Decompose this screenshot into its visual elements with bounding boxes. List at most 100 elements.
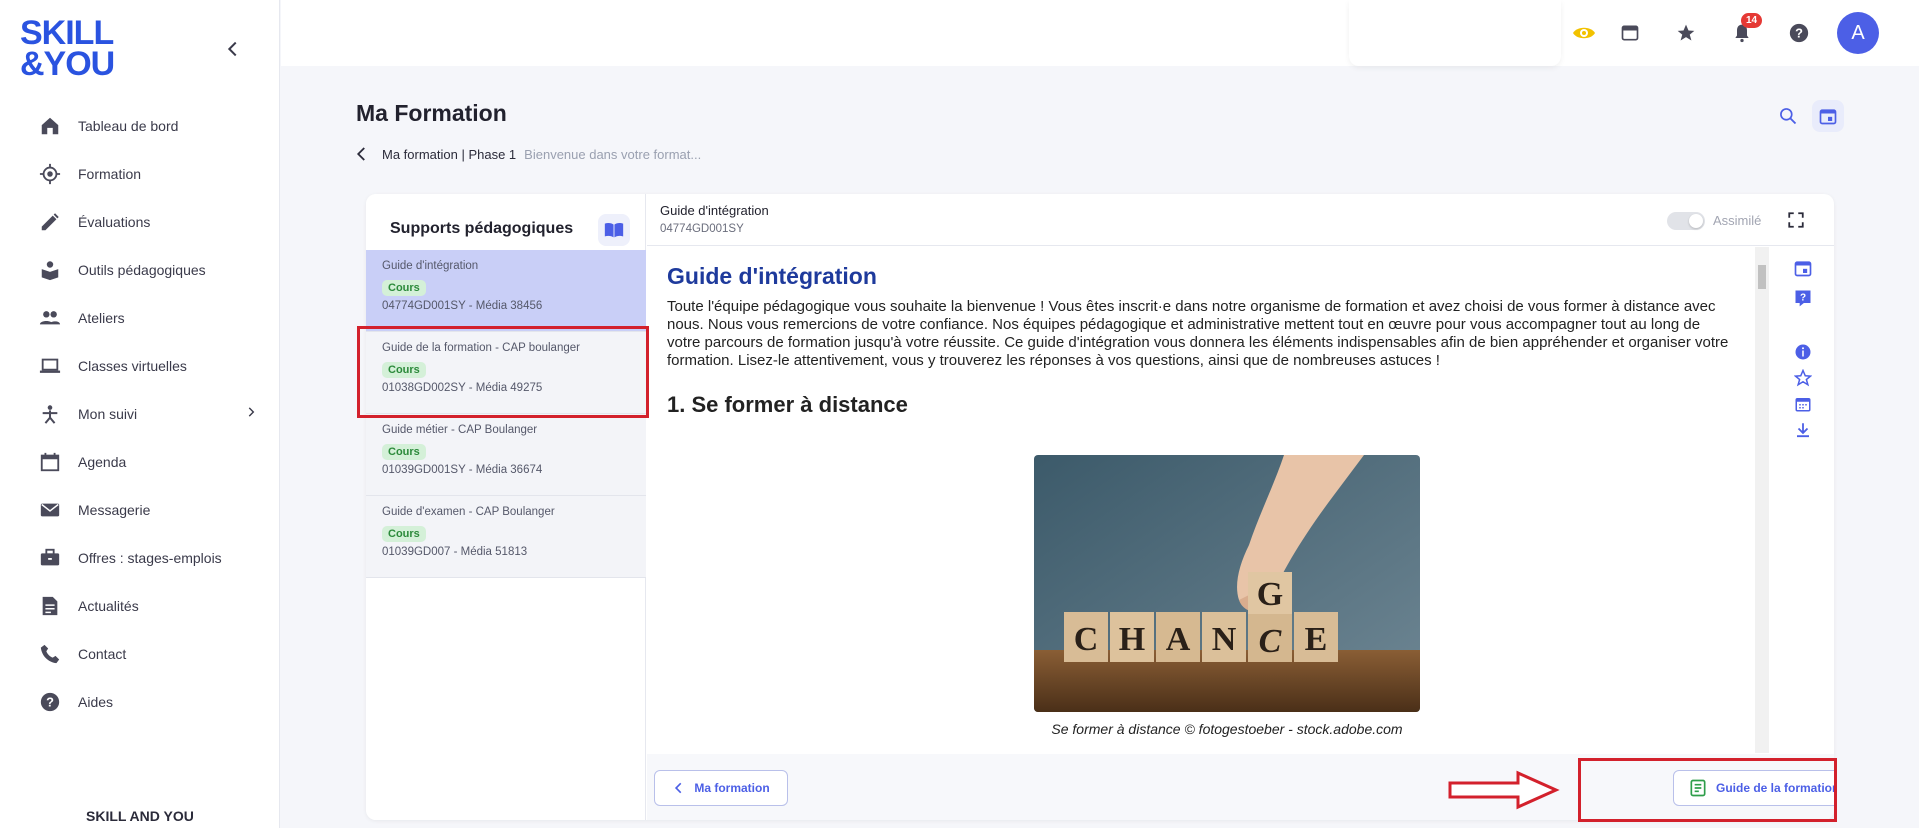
calendar-icon (1819, 109, 1837, 125)
progress-icon (38, 402, 62, 426)
support-title: Guide d'intégration (382, 260, 479, 272)
people-icon (38, 306, 62, 330)
sidebar-item-outils-pedagogiques[interactable]: Outils pédagogiques (0, 246, 280, 294)
logo[interactable]: SKILL &YOU (20, 16, 130, 81)
sidebar-item-agenda[interactable]: Agenda (0, 438, 280, 486)
sidebar-item-label: Ateliers (78, 310, 125, 326)
previous-button[interactable]: Ma formation (654, 770, 788, 806)
sidebar-item-label: Agenda (78, 454, 127, 470)
breadcrumb-current[interactable]: Ma formation | Phase 1 (382, 147, 516, 162)
browser-window-icon[interactable] (1617, 20, 1643, 46)
phone-icon (38, 642, 62, 666)
list-item[interactable]: Guide d'examen - CAP Boulanger Cours 010… (366, 496, 646, 578)
assimile-toggle[interactable] (1667, 212, 1705, 230)
sidebar-item-label: Évaluations (78, 214, 151, 230)
type-badge: Cours (382, 280, 426, 296)
chevron-right-icon (244, 405, 258, 424)
sidebar-item-messagerie[interactable]: Messagerie (0, 486, 280, 534)
book-button[interactable] (598, 214, 630, 246)
content-title: Guide d'intégration (660, 203, 769, 218)
svg-text:?: ? (46, 695, 54, 710)
highlight-box-support-item (357, 326, 649, 418)
sidebar-item-label: Actualités (78, 598, 139, 614)
question-icon[interactable]: ? (1792, 287, 1814, 309)
page-title: Ma Formation (356, 100, 507, 126)
photo-letter: G (1257, 576, 1283, 613)
type-badge: Cours (382, 526, 426, 542)
scrollbar-thumb[interactable] (1758, 265, 1766, 289)
document-viewer[interactable]: Guide d'intégration Toute l'équipe pédag… (647, 247, 1755, 753)
eye-icon[interactable] (1571, 20, 1597, 46)
avatar[interactable]: A (1837, 12, 1879, 54)
type-badge: Cours (382, 444, 426, 460)
sidebar-item-label: Contact (78, 646, 127, 662)
back-arrow-icon[interactable] (352, 144, 372, 164)
support-title: Guide d'examen - CAP Boulanger (382, 506, 555, 518)
brand-footer: SKILL AND YOU (86, 808, 194, 824)
document-scrollbar[interactable] (1755, 247, 1769, 753)
photo-letter: A (1166, 621, 1191, 658)
svg-text:?: ? (1795, 26, 1803, 41)
breadcrumb: Ma formation | Phase 1 Bienvenue dans vo… (352, 144, 701, 164)
change-blocks-photo: C H A N G C E (1034, 455, 1420, 712)
sidebar-item-ateliers[interactable]: Ateliers (0, 294, 280, 342)
download-icon[interactable] (1792, 419, 1814, 441)
search-icon[interactable] (1778, 106, 1798, 131)
mail-icon (38, 498, 62, 522)
star-icon[interactable] (1673, 20, 1699, 46)
pencil-icon (38, 210, 62, 234)
previous-button-label: Ma formation (694, 781, 770, 795)
list-item[interactable]: Guide d'intégration Cours 04774GD001SY -… (366, 250, 646, 332)
sidebar-item-mon-suivi[interactable]: Mon suivi (0, 390, 280, 438)
course-card: Supports pédagogiques Guide d'intégratio… (366, 194, 1834, 820)
content-header: Guide d'intégration 04774GD001SY Assimil… (647, 194, 1834, 246)
notification-badge: 14 (1741, 13, 1763, 28)
calendar-grid-icon[interactable] (1792, 393, 1814, 415)
calendar-button[interactable] (1812, 100, 1844, 132)
tools-icon (38, 258, 62, 282)
home-icon (38, 114, 62, 138)
info-icon[interactable] (1792, 341, 1814, 363)
photo-letter: E (1305, 621, 1328, 658)
sidebar-item-actualites[interactable]: Actualités (0, 582, 280, 630)
breadcrumb-subtitle: Bienvenue dans votre format... (524, 146, 702, 162)
topbar-search-area[interactable] (1349, 0, 1561, 66)
briefcase-icon (38, 546, 62, 570)
fullscreen-icon[interactable] (1787, 211, 1805, 234)
news-icon (38, 594, 62, 618)
photo-letter: C (1259, 623, 1282, 660)
sidebar-item-label: Classes virtuelles (78, 358, 187, 374)
sidebar-item-aides[interactable]: ? Aides (0, 678, 280, 726)
star-outline-icon[interactable] (1792, 367, 1814, 389)
chevron-left-icon (675, 782, 682, 794)
sidebar-item-evaluations[interactable]: Évaluations (0, 198, 280, 246)
sidebar-item-label: Outils pédagogiques (78, 262, 206, 278)
arrow-right-icon (1448, 770, 1560, 815)
chevron-left-icon (227, 41, 237, 57)
sidebar-item-contact[interactable]: Contact (0, 630, 280, 678)
list-item[interactable]: Guide métier - CAP Boulanger Cours 01039… (366, 414, 646, 496)
sidebar-item-formation[interactable]: Formation (0, 150, 280, 198)
target-icon (38, 162, 62, 186)
svg-text:?: ? (1800, 293, 1806, 304)
sidebar-item-offres[interactable]: Offres : stages-emplois (0, 534, 280, 582)
content-code: 04774GD001SY (660, 223, 744, 235)
collapse-sidebar-button[interactable] (222, 38, 244, 60)
supports-title: Supports pédagogiques (390, 220, 574, 237)
sidebar-item-tableau-de-bord[interactable]: Tableau de bord (0, 102, 280, 150)
photo-letter: H (1119, 621, 1145, 658)
sidebar-nav: Tableau de bord Formation Évaluations Ou… (0, 102, 280, 726)
photo-letter: N (1212, 621, 1237, 658)
sidebar-item-label: Formation (78, 166, 142, 182)
help-icon[interactable]: ? (1786, 20, 1812, 46)
document-intro: Toute l'équipe pédagogique vous souhaite… (667, 298, 1729, 369)
calendar-icon[interactable] (1792, 257, 1814, 279)
help-icon: ? (38, 690, 62, 714)
assimile-label: Assimilé (1713, 213, 1762, 228)
support-meta: 04774GD001SY - Média 38456 (382, 300, 543, 312)
sidebar-item-label: Aides (78, 694, 114, 710)
sidebar-item-classes-virtuelles[interactable]: Classes virtuelles (0, 342, 280, 390)
highlight-box-next-button (1578, 758, 1837, 822)
supports-panel: Supports pédagogiques Guide d'intégratio… (366, 194, 646, 820)
sidebar-item-label: Messagerie (78, 502, 151, 518)
